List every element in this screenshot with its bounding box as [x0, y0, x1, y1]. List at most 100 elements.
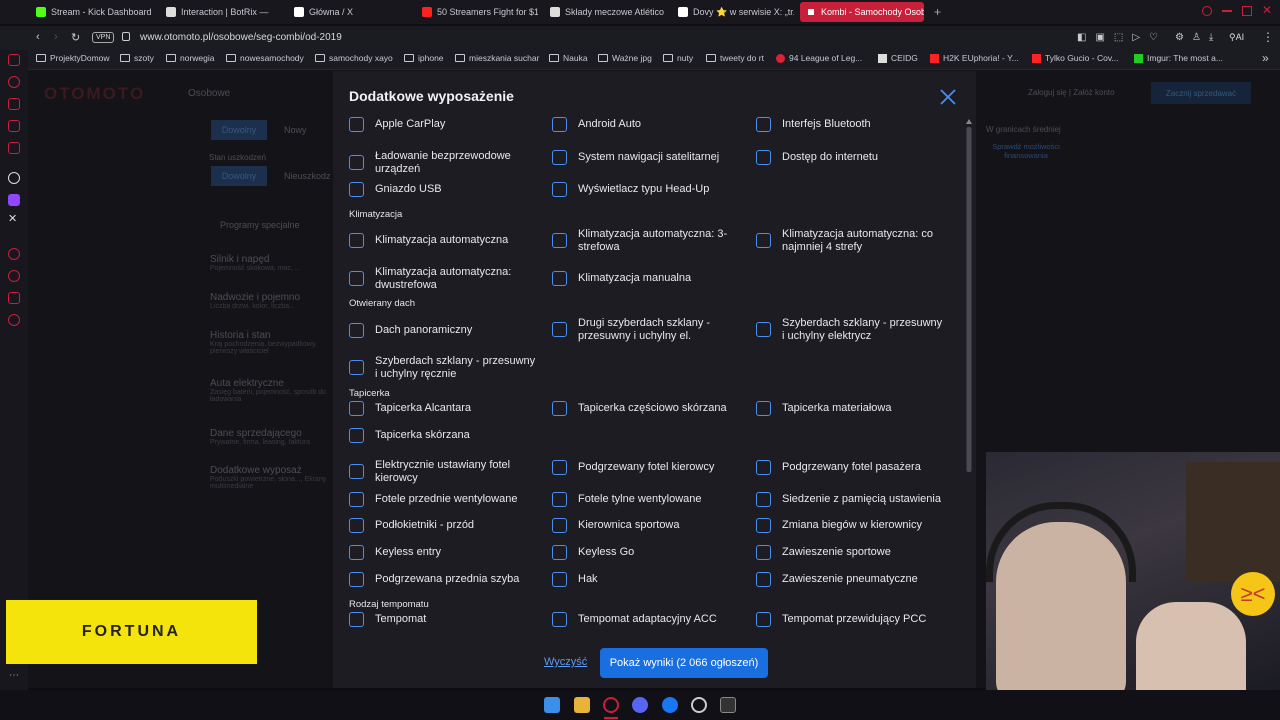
close-window-icon[interactable]: ✕	[1262, 3, 1272, 17]
sidebar-icon[interactable]	[8, 98, 20, 110]
checkbox[interactable]	[756, 117, 771, 132]
tab-youtube-streamers[interactable]: 50 Streamers Fight for $1...	[416, 2, 538, 22]
sidebar-icon[interactable]	[8, 142, 20, 154]
equipment-option[interactable]: Elektrycznie ustawiany fotel kierowcy	[349, 459, 539, 484]
equipment-option[interactable]: Fotele przednie wentylowane	[349, 492, 539, 507]
back-icon[interactable]: ‹	[36, 31, 40, 43]
checkbox[interactable]	[552, 150, 567, 165]
checkbox[interactable]	[349, 492, 364, 507]
ai-button[interactable]: ⚲AI	[1229, 32, 1244, 43]
vpn-badge[interactable]: VPN	[92, 32, 115, 43]
equipment-option[interactable]: Apple CarPlay	[349, 117, 539, 132]
opera-gx-icon[interactable]	[603, 697, 619, 713]
equipment-option[interactable]: Podgrzewany fotel pasażera	[756, 460, 946, 475]
equipment-option[interactable]: Tempomat przewidujący PCC	[756, 612, 946, 627]
tab-x-home[interactable]: Główna / X	[288, 2, 408, 22]
checkbox[interactable]	[349, 612, 364, 627]
bookmark-folder[interactable]: nuty	[663, 53, 693, 63]
sidebar-icon[interactable]	[8, 292, 20, 304]
equipment-option[interactable]: Podgrzewana przednia szyba	[349, 572, 539, 587]
equipment-option[interactable]: Podgrzewany fotel kierowcy	[552, 460, 742, 475]
equipment-option[interactable]: Szyberdach szklany - przesuwny i uchylny…	[349, 355, 539, 380]
bookmark-folder[interactable]: iphone	[404, 53, 444, 63]
checkbox[interactable]	[756, 401, 771, 416]
equipment-option[interactable]: Klimatyzacja automatyczna: co najmniej 4…	[756, 228, 946, 253]
more-icon[interactable]: ⋯	[9, 670, 19, 681]
checkbox[interactable]	[552, 233, 567, 248]
checkbox[interactable]	[756, 612, 771, 627]
chatgpt-icon[interactable]	[8, 172, 20, 184]
clear-button[interactable]: Wyczyść	[544, 656, 587, 668]
equipment-option[interactable]: Siedzenie z pamięcią ustawienia	[756, 492, 946, 507]
bookmark-folder[interactable]: Ważne jpg	[598, 53, 652, 63]
checkbox[interactable]	[756, 233, 771, 248]
modal-scrollbar[interactable]	[965, 119, 973, 639]
equipment-option[interactable]: Klimatyzacja automatyczna	[349, 233, 539, 248]
x-icon[interactable]: ✕	[8, 212, 17, 225]
reload-icon[interactable]: ↻	[71, 31, 80, 44]
history-icon[interactable]	[8, 270, 20, 282]
equipment-option[interactable]: Keyless Go	[552, 545, 742, 560]
checkbox[interactable]	[349, 233, 364, 248]
checkbox[interactable]	[756, 322, 771, 337]
checkbox[interactable]	[756, 518, 771, 533]
equipment-option[interactable]: Gniazdo USB	[349, 182, 539, 197]
discord-icon[interactable]	[632, 697, 648, 713]
bookmark-gucio[interactable]: Tylko Gucio - Cov...	[1032, 53, 1119, 63]
equipment-option[interactable]: Tapicerka częściowo skórzana	[552, 401, 742, 416]
toolbar-right-icons[interactable]: ⚙♙⤓	[1175, 32, 1221, 43]
checkbox[interactable]	[349, 572, 364, 587]
bookmark-folder[interactable]: Nauka	[549, 53, 588, 63]
equipment-option[interactable]: Drugi szyberdach szklany - przesuwny i u…	[552, 317, 742, 342]
checkbox[interactable]	[756, 150, 771, 165]
checkbox[interactable]	[349, 323, 364, 338]
search-tabs-icon[interactable]	[1202, 6, 1212, 16]
bookmark-ceidg[interactable]: CEIDG	[878, 53, 918, 63]
steam-icon[interactable]	[691, 697, 707, 713]
equipment-option[interactable]: Klimatyzacja automatyczna: 3-strefowa	[552, 228, 742, 253]
twitch-icon[interactable]	[8, 194, 20, 206]
toolbar-extension-icons[interactable]: ◧▣⬚▷♡	[1077, 32, 1167, 43]
equipment-option[interactable]: System nawigacji satelitarnej	[552, 150, 742, 165]
equipment-option[interactable]: Fotele tylne wentylowane	[552, 492, 742, 507]
bookmark-h2k[interactable]: H2K EUphoria! - Y...	[930, 53, 1019, 63]
checkbox[interactable]	[349, 182, 364, 197]
equipment-option[interactable]: Dostęp do internetu	[756, 150, 946, 165]
checkbox[interactable]	[349, 271, 364, 286]
bookmark-folder[interactable]: ProjektyDomow	[36, 53, 110, 63]
facebook-icon[interactable]	[662, 697, 678, 713]
equipment-option[interactable]: Interfejs Bluetooth	[756, 117, 946, 132]
checkbox[interactable]	[552, 271, 567, 286]
forward-icon[interactable]: ›	[54, 31, 58, 43]
equipment-option[interactable]: Szyberdach szklany - przesuwny i uchylny…	[756, 317, 946, 342]
equipment-option[interactable]: Klimatyzacja manualna	[552, 271, 742, 286]
tab-otomoto[interactable]: Kombi - Samochody Osob...	[800, 2, 924, 22]
equipment-option[interactable]: Ładowanie bezprzewodowe urządzeń	[349, 150, 539, 175]
checkbox[interactable]	[349, 155, 364, 170]
checkbox[interactable]	[349, 518, 364, 533]
minimize-icon[interactable]	[1222, 10, 1232, 12]
sidebar-icon[interactable]	[8, 248, 20, 260]
tab-atletico[interactable]: Składy meczowe Atlético ...	[544, 2, 666, 22]
bookmark-lol[interactable]: 94 League of Leg...	[776, 53, 862, 63]
checkbox[interactable]	[552, 572, 567, 587]
checkbox[interactable]	[756, 460, 771, 475]
maximize-icon[interactable]	[1242, 6, 1252, 16]
checkbox[interactable]	[756, 492, 771, 507]
checkbox[interactable]	[349, 117, 364, 132]
checkbox[interactable]	[349, 545, 364, 560]
settings-icon[interactable]	[8, 314, 20, 326]
equipment-option[interactable]: Tapicerka materiałowa	[756, 401, 946, 416]
url-field[interactable]: www.otomoto.pl/osobowe/seg-combi/od-2019	[140, 32, 342, 43]
equipment-option[interactable]: Dach panoramiczny	[349, 323, 539, 338]
bookmark-folder[interactable]: szoty	[120, 53, 154, 63]
equipment-option[interactable]: Tempomat	[349, 612, 539, 627]
menu-icon[interactable]: ⋮	[1262, 30, 1274, 44]
checkbox[interactable]	[349, 464, 364, 479]
show-results-button[interactable]: Pokaż wyniki (2 066 ogłoszeń)	[600, 648, 768, 678]
terminal-icon[interactable]	[720, 697, 736, 713]
bookmark-folder[interactable]: nowesamochody	[226, 53, 304, 63]
checkbox[interactable]	[756, 545, 771, 560]
checkbox[interactable]	[552, 492, 567, 507]
bookmark-folder[interactable]: norwegia	[166, 53, 215, 63]
